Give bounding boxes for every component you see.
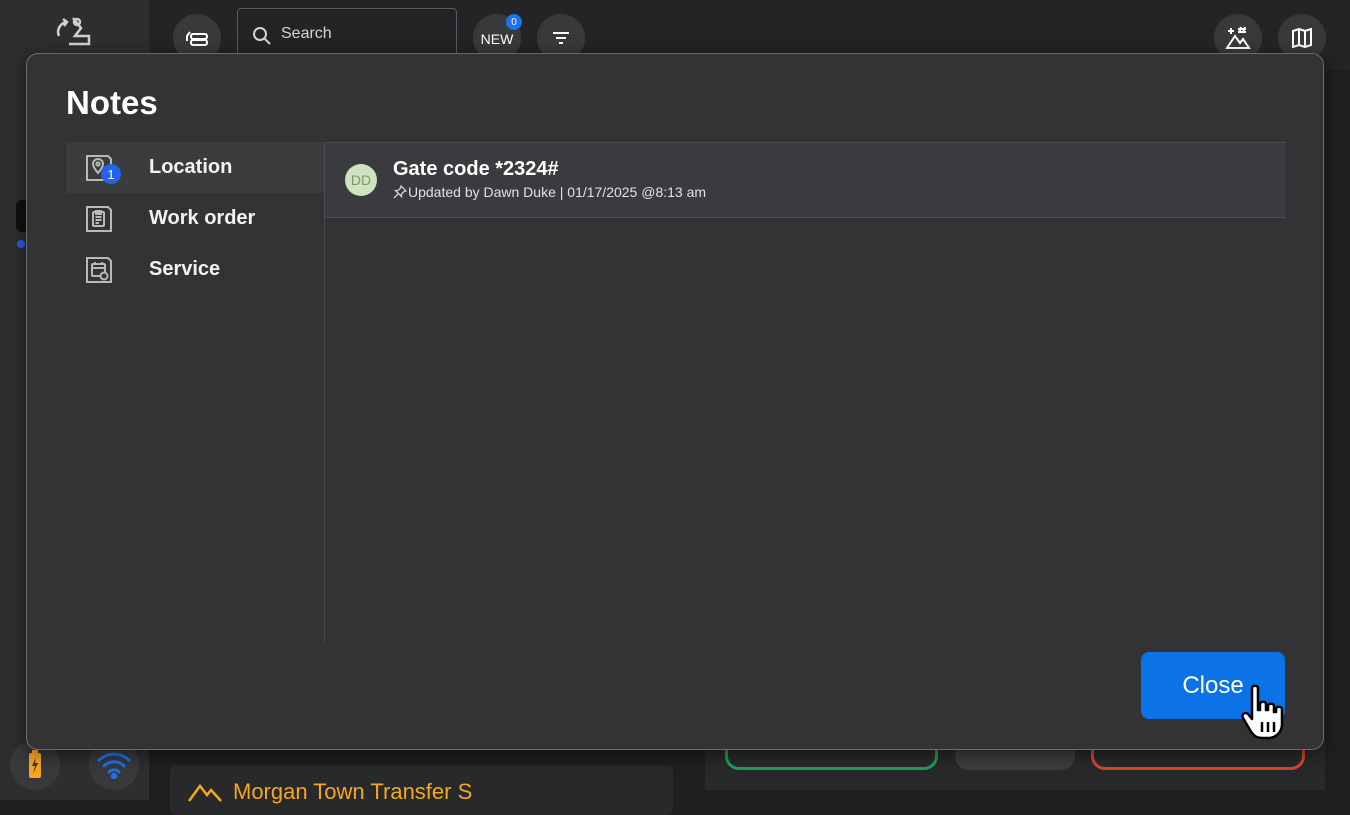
- note-meta-row: Updated by Dawn Duke | 01/17/2025 @8:13 …: [393, 184, 706, 200]
- nav-label-work-order: Work order: [149, 207, 256, 229]
- note-title: Gate code *2324#: [393, 158, 559, 180]
- mountain-icon: [188, 783, 222, 802]
- filter-icon: [553, 32, 569, 44]
- clipboard-note-icon: [86, 206, 112, 232]
- search-icon: [253, 27, 271, 45]
- avatar: DD: [345, 164, 377, 196]
- note-item[interactable]: DD Gate code *2324# Updated by Dawn Duke…: [325, 143, 1286, 218]
- nav-label-location: Location: [149, 156, 233, 178]
- notes-list: DD Gate code *2324# Updated by Dawn Duke…: [325, 142, 1286, 642]
- add-terrain-icon: [1225, 26, 1251, 49]
- calendar-note-icon: [86, 257, 112, 283]
- note-meta: Updated by Dawn Duke | 01/17/2025 @8:13 …: [408, 184, 707, 200]
- map-icon: [1292, 28, 1312, 48]
- pin-icon[interactable]: [393, 185, 407, 199]
- notes-modal: Notes 1 Location Work order Service DD G…: [26, 53, 1324, 750]
- hand-pointer-cursor-icon: [1241, 684, 1284, 740]
- notes-category-nav: 1 Location Work order Service: [66, 142, 325, 642]
- nav-label-service: Service: [149, 258, 221, 280]
- stack-icon: [186, 31, 208, 46]
- search-input[interactable]: [281, 23, 441, 45]
- modal-title: Notes: [66, 84, 158, 121]
- sidebar-dot: [17, 240, 25, 248]
- new-label: NEW: [480, 31, 514, 47]
- nav-item-location[interactable]: 1 Location: [66, 142, 324, 193]
- battery-charging-icon: [29, 750, 41, 778]
- nav-item-work-order[interactable]: Work order: [66, 193, 324, 244]
- location-count-badge: 1: [101, 164, 121, 184]
- sync-route-icon[interactable]: [55, 14, 93, 48]
- location-card-title: Morgan Town Transfer S: [233, 779, 473, 804]
- new-count-badge: 0: [506, 14, 522, 30]
- nav-item-service[interactable]: Service: [66, 244, 324, 295]
- wifi-icon: [97, 752, 131, 779]
